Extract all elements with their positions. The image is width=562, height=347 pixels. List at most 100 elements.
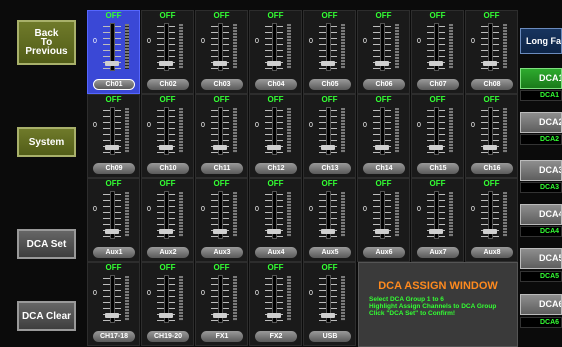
fader-knob[interactable] bbox=[159, 313, 173, 318]
channel-strip[interactable]: OFF 0 Ch01 bbox=[87, 10, 140, 94]
channel-label-button[interactable]: CH19-20 bbox=[147, 331, 189, 342]
channel-label-button[interactable]: Ch03 bbox=[201, 79, 243, 90]
dca4-button[interactable]: DCA4 bbox=[520, 204, 562, 225]
back-to-previous-button[interactable]: Back To Previous bbox=[17, 20, 76, 65]
fader-knob[interactable] bbox=[483, 61, 497, 66]
channel-label-button[interactable]: Aux6 bbox=[363, 247, 405, 258]
fader-knob[interactable] bbox=[321, 229, 335, 234]
fader-knob[interactable] bbox=[213, 313, 227, 318]
fader-knob[interactable] bbox=[267, 229, 281, 234]
channel-label-button[interactable]: Aux2 bbox=[147, 247, 189, 258]
channel-label-button[interactable]: Ch10 bbox=[147, 163, 189, 174]
channel-label-button[interactable]: Aux3 bbox=[201, 247, 243, 258]
dca-clear-button[interactable]: DCA Clear bbox=[17, 301, 76, 331]
channel-strip[interactable]: OFF 0 Ch03 bbox=[195, 10, 248, 94]
channel-label-button[interactable]: Ch14 bbox=[363, 163, 405, 174]
channel-label-button[interactable]: Aux7 bbox=[417, 247, 459, 258]
channel-strip[interactable]: OFF 0 Aux1 bbox=[87, 178, 140, 262]
channel-strip[interactable]: OFF 0 Aux7 bbox=[411, 178, 464, 262]
channel-strip[interactable]: OFF 0 Ch15 bbox=[411, 94, 464, 178]
fader-knob[interactable] bbox=[267, 313, 281, 318]
channel-label-button[interactable]: Ch11 bbox=[201, 163, 243, 174]
channel-label-button[interactable]: Ch13 bbox=[309, 163, 351, 174]
channel-strip[interactable]: OFF 0 USB bbox=[303, 262, 356, 346]
channel-strip[interactable]: OFF 0 Ch04 bbox=[249, 10, 302, 94]
channel-status: OFF bbox=[213, 95, 230, 104]
fader-knob[interactable] bbox=[321, 61, 335, 66]
dca5-button[interactable]: DCA5 bbox=[520, 248, 562, 269]
channel-strip[interactable]: OFF 0 Aux2 bbox=[141, 178, 194, 262]
channel-label-button[interactable]: FX1 bbox=[201, 331, 243, 342]
channel-label-button[interactable]: Ch16 bbox=[471, 163, 513, 174]
channel-label-button[interactable]: Ch12 bbox=[255, 163, 297, 174]
channel-strip[interactable]: OFF 0 Ch11 bbox=[195, 94, 248, 178]
channel-label-button[interactable]: CH17-18 bbox=[93, 331, 135, 342]
channel-label-button[interactable]: Ch09 bbox=[93, 163, 135, 174]
dca6-button[interactable]: DCA6 bbox=[520, 294, 562, 315]
fader-knob[interactable] bbox=[321, 313, 335, 318]
channel-strip[interactable]: OFF 0 Aux3 bbox=[195, 178, 248, 262]
fader-knob[interactable] bbox=[321, 145, 335, 150]
long-fader-button[interactable]: Long Fad bbox=[520, 28, 562, 54]
channel-label-button[interactable]: Ch01 bbox=[93, 79, 135, 90]
fader-knob[interactable] bbox=[213, 229, 227, 234]
channel-label-button[interactable]: Ch04 bbox=[255, 79, 297, 90]
channel-strip[interactable]: OFF 0 CH19-20 bbox=[141, 262, 194, 346]
channel-strip[interactable]: OFF 0 Ch08 bbox=[465, 10, 518, 94]
channel-label-button[interactable]: Ch06 bbox=[363, 79, 405, 90]
channel-strip[interactable]: OFF 0 Ch09 bbox=[87, 94, 140, 178]
fader-knob[interactable] bbox=[105, 61, 119, 66]
channel-strip[interactable]: OFF 0 Ch02 bbox=[141, 10, 194, 94]
channel-strip[interactable]: OFF 0 FX2 bbox=[249, 262, 302, 346]
channel-label-button[interactable]: Aux4 bbox=[255, 247, 297, 258]
channel-strip[interactable]: OFF 0 Ch16 bbox=[465, 94, 518, 178]
channel-label-button[interactable]: FX2 bbox=[255, 331, 297, 342]
fader-knob[interactable] bbox=[159, 229, 173, 234]
fader-knob[interactable] bbox=[267, 61, 281, 66]
channel-label-button[interactable]: Ch07 bbox=[417, 79, 459, 90]
fader-knob[interactable] bbox=[483, 229, 497, 234]
channel-strip[interactable]: OFF 0 FX1 bbox=[195, 262, 248, 346]
channel-strip[interactable]: OFF 0 Aux4 bbox=[249, 178, 302, 262]
channel-label-button[interactable]: Aux5 bbox=[309, 247, 351, 258]
channel-strip[interactable]: OFF 0 Ch12 bbox=[249, 94, 302, 178]
system-button[interactable]: System bbox=[17, 127, 76, 157]
channel-label-button[interactable]: Ch05 bbox=[309, 79, 351, 90]
channel-strip[interactable]: OFF 0 Aux6 bbox=[357, 178, 410, 262]
channel-label-button[interactable]: Ch02 bbox=[147, 79, 189, 90]
fader-knob[interactable] bbox=[429, 61, 443, 66]
fader-knob[interactable] bbox=[213, 61, 227, 66]
fader-knob[interactable] bbox=[483, 145, 497, 150]
channel-label-button[interactable]: Ch15 bbox=[417, 163, 459, 174]
fader-knob[interactable] bbox=[105, 229, 119, 234]
channel-strip[interactable]: OFF 0 Aux5 bbox=[303, 178, 356, 262]
fader-knob[interactable] bbox=[429, 145, 443, 150]
dca3-button[interactable]: DCA3 bbox=[520, 160, 562, 181]
fader-knob[interactable] bbox=[213, 145, 227, 150]
fader-knob[interactable] bbox=[375, 145, 389, 150]
dca1-button[interactable]: DCA1 bbox=[520, 68, 562, 89]
channel-strip[interactable]: OFF 0 Ch10 bbox=[141, 94, 194, 178]
channel-strip[interactable]: OFF 0 Ch13 bbox=[303, 94, 356, 178]
channel-label-button[interactable]: Aux8 bbox=[471, 247, 513, 258]
fader-knob[interactable] bbox=[159, 61, 173, 66]
fader-knob[interactable] bbox=[105, 313, 119, 318]
channel-label-button[interactable]: Aux1 bbox=[93, 247, 135, 258]
channel-strip[interactable]: OFF 0 CH17-18 bbox=[87, 262, 140, 346]
channel-strip[interactable]: OFF 0 Ch05 bbox=[303, 10, 356, 94]
channel-strip[interactable]: OFF 0 Ch14 bbox=[357, 94, 410, 178]
fader-knob[interactable] bbox=[375, 229, 389, 234]
fader-knob[interactable] bbox=[105, 145, 119, 150]
channel-label-button[interactable]: USB bbox=[309, 331, 351, 342]
fader-knob[interactable] bbox=[375, 61, 389, 66]
channel-strip[interactable]: OFF 0 Aux8 bbox=[465, 178, 518, 262]
channel-strip[interactable]: OFF 0 Ch06 bbox=[357, 10, 410, 94]
channel-status: OFF bbox=[429, 95, 446, 104]
fader-knob[interactable] bbox=[429, 229, 443, 234]
fader-knob[interactable] bbox=[267, 145, 281, 150]
dca2-button[interactable]: DCA2 bbox=[520, 112, 562, 133]
channel-strip[interactable]: OFF 0 Ch07 bbox=[411, 10, 464, 94]
channel-label-button[interactable]: Ch08 bbox=[471, 79, 513, 90]
dca-set-button[interactable]: DCA Set bbox=[17, 229, 76, 259]
fader-knob[interactable] bbox=[159, 145, 173, 150]
